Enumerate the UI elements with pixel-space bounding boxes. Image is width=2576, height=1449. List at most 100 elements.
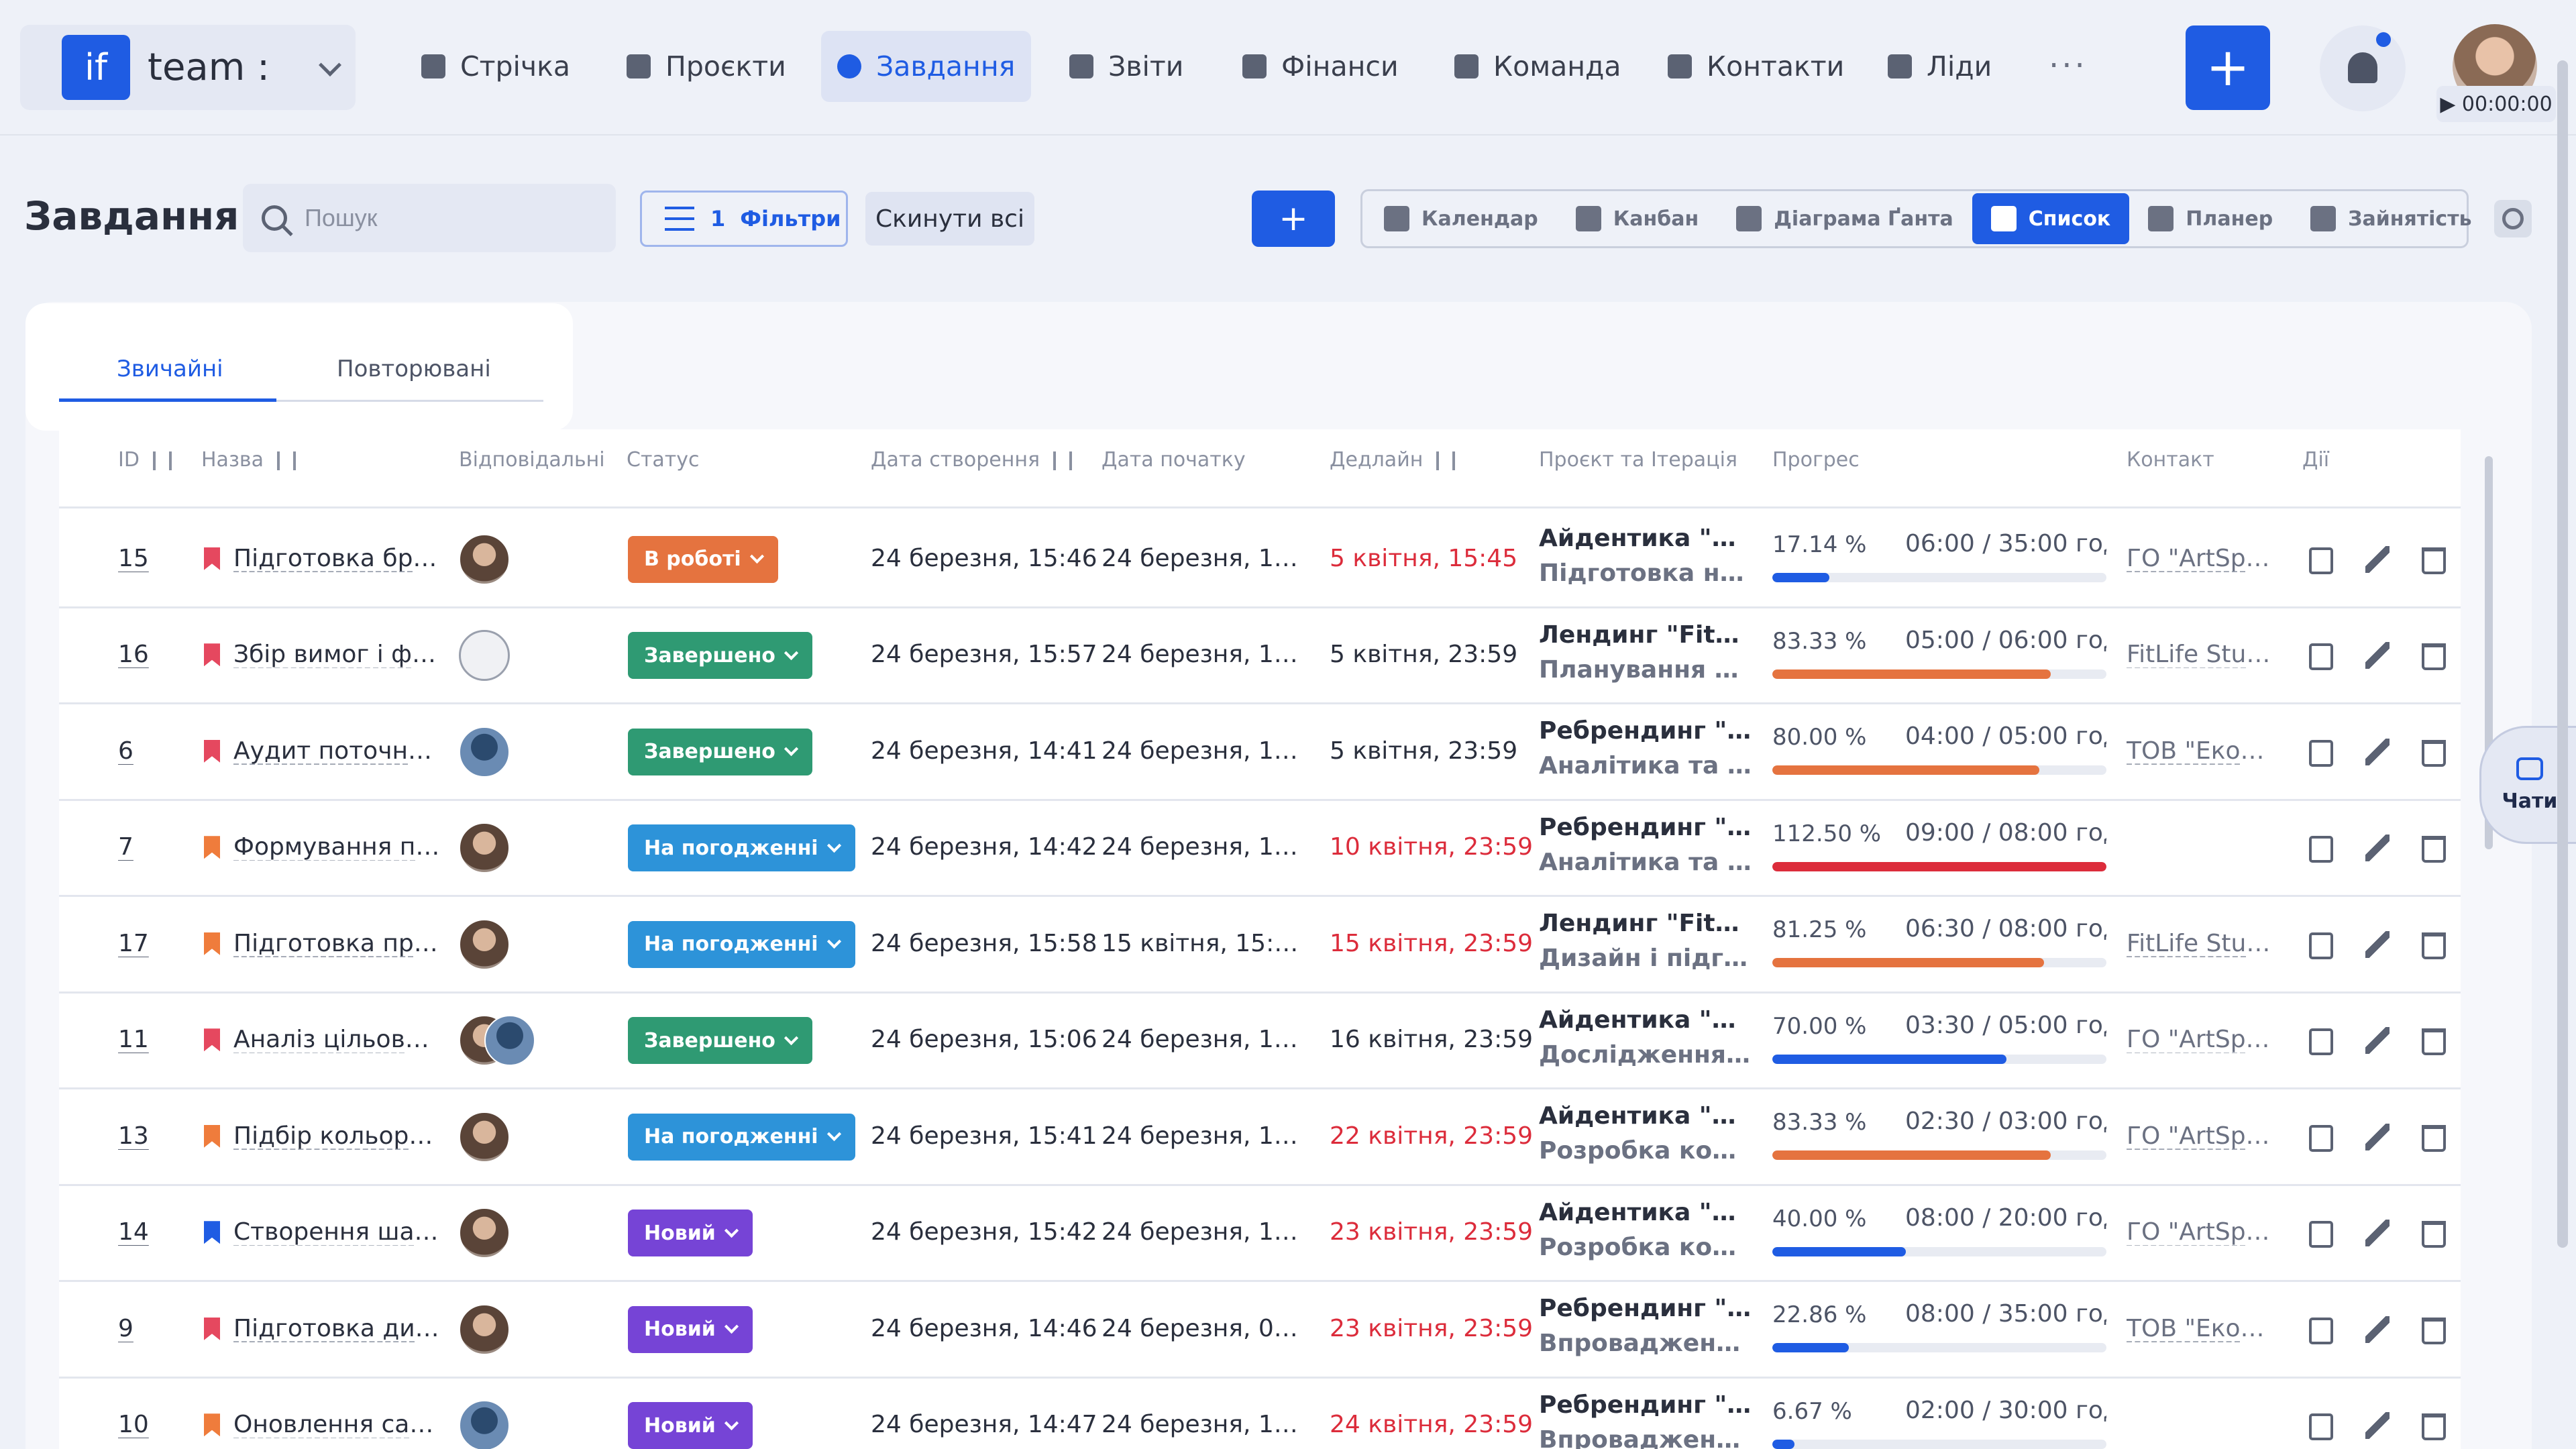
project-name[interactable]: Айдентика "ArtS… [1539,1006,1752,1034]
project-name[interactable]: Лендинг "FitLife" [1539,910,1752,937]
contact-link[interactable]: ГО "ArtSpac… [2127,1026,2278,1053]
task-name[interactable]: Аудит поточного… [233,737,443,765]
trash-icon[interactable] [2422,836,2446,863]
assignee-avatar[interactable] [459,822,510,874]
task-id[interactable]: 10 [118,1411,149,1438]
pencil-icon[interactable] [2365,1316,2390,1343]
trash-icon[interactable] [2422,1317,2446,1344]
iteration-name[interactable]: Впровадження т… [1539,1426,1752,1449]
pencil-icon[interactable] [2365,1412,2390,1440]
task-name[interactable]: Підготовка прот… [233,930,443,957]
filters-button[interactable]: 1 Фільтри [640,191,848,247]
task-name[interactable]: Створення шабл… [233,1218,443,1246]
task-name[interactable]: Підготовка брен… [233,545,443,572]
nav-item-3[interactable]: Звіти [1053,31,1199,102]
copy-icon[interactable] [2309,932,2333,959]
assignee-avatar[interactable] [459,1400,510,1449]
sort-icon[interactable] [152,451,172,470]
task-id[interactable]: 9 [118,1315,133,1342]
task-id[interactable]: 15 [118,545,149,572]
project-name[interactable]: Ребрендинг "Еко… [1539,814,1752,841]
iteration-name[interactable]: Аналітика та бре… [1539,849,1752,876]
status-dropdown[interactable]: На погодженні [628,920,855,968]
sort-icon[interactable] [1053,451,1072,470]
project-name[interactable]: Айдентика "ArtS… [1539,525,1752,552]
trash-icon[interactable] [2422,1413,2446,1441]
tab-regular[interactable]: Звичайні [117,356,223,382]
nav-item-0[interactable]: Стрічка [405,31,586,102]
iteration-name[interactable]: Аналітика та бре… [1539,752,1752,780]
time-tracker[interactable]: ▶ 00:00:00 [2436,86,2556,122]
assignee-avatar[interactable] [459,1111,510,1163]
contact-link[interactable]: ГО "ArtSpac… [2127,545,2278,572]
iteration-name[interactable]: Підготовка носії… [1539,559,1752,587]
task-id[interactable]: 7 [118,833,133,861]
copy-icon[interactable] [2309,836,2333,863]
nav-item-7[interactable]: Ліди [1872,31,2008,102]
contact-link[interactable]: ТОВ "ЕкоФу… [2127,1315,2278,1342]
copy-icon[interactable] [2309,547,2333,574]
trash-icon[interactable] [2422,643,2446,671]
iteration-name[interactable]: Впровадження т… [1539,1330,1752,1357]
contact-link[interactable]: ГО "ArtSpac… [2127,1122,2278,1150]
copy-icon[interactable] [2309,1124,2333,1152]
view-2[interactable]: Діаграма Ґанта [1717,193,1972,244]
contact-link[interactable]: ГО "ArtSpac… [2127,1218,2278,1246]
page-scrollbar[interactable] [2557,60,2568,1248]
project-name[interactable]: Лендинг "FitLife" [1539,621,1752,649]
status-dropdown[interactable]: Новий [628,1305,753,1353]
contact-link[interactable]: FitLife Studio [2127,930,2278,957]
nav-item-4[interactable]: Фінанси [1226,31,1415,102]
status-dropdown[interactable]: Новий [628,1210,753,1257]
trash-icon[interactable] [2422,1124,2446,1152]
task-id[interactable]: 13 [118,1122,149,1150]
tab-recurring[interactable]: Повторювані [337,356,491,382]
sort-icon[interactable] [276,451,296,470]
assignee-avatar[interactable] [459,1208,510,1259]
pencil-icon[interactable] [2365,1123,2390,1150]
search-input[interactable] [305,204,573,232]
project-name[interactable]: Айдентика "ArtS… [1539,1102,1752,1130]
trash-icon[interactable] [2422,932,2446,959]
task-name[interactable]: Оновлення сайт… [233,1411,443,1438]
task-id[interactable]: 6 [118,737,133,765]
iteration-name[interactable]: Дизайн і підгото… [1539,945,1752,972]
status-dropdown[interactable]: Завершено [628,1017,812,1065]
task-name[interactable]: Підготовка диза… [233,1315,443,1342]
task-id[interactable]: 17 [118,930,149,957]
copy-icon[interactable] [2309,739,2333,767]
search-box[interactable] [243,184,616,252]
notifications-button[interactable] [2320,25,2406,111]
copy-icon[interactable] [2309,643,2333,671]
iteration-name[interactable]: Планування та с… [1539,656,1752,684]
reset-filters-button[interactable]: Скинути всі [865,192,1034,246]
contact-link[interactable]: ТОВ "ЕкоФу… [2127,737,2278,765]
trash-icon[interactable] [2422,547,2446,574]
column-created[interactable]: Дата створення [871,448,1072,472]
trash-icon[interactable] [2422,1221,2446,1248]
trash-icon[interactable] [2422,739,2446,767]
task-name[interactable]: Збір вимог і фор… [233,641,443,668]
status-dropdown[interactable]: На погодженні [628,824,855,872]
copy-icon[interactable] [2309,1221,2333,1248]
view-0[interactable]: Календар [1365,193,1557,244]
pencil-icon[interactable] [2365,835,2390,862]
assignee-avatar[interactable] [459,918,510,970]
task-name[interactable]: Формування поз… [233,833,443,861]
pencil-icon[interactable] [2365,642,2390,669]
project-name[interactable]: Айдентика "ArtS… [1539,1199,1752,1226]
assignee-avatar[interactable] [459,726,510,777]
pencil-icon[interactable] [2365,1027,2390,1055]
column-name[interactable]: Назва [201,448,296,472]
task-name[interactable]: Підбір кольоров… [233,1122,443,1150]
copy-icon[interactable] [2309,1413,2333,1441]
status-dropdown[interactable]: В роботі [628,535,778,583]
workspace-switcher[interactable]: if team : [20,25,356,110]
view-1[interactable]: Канбан [1557,193,1717,244]
nav-item-5[interactable]: Команда [1438,31,1638,102]
pencil-icon[interactable] [2365,1220,2390,1247]
contact-link[interactable]: FitLife Studio [2127,641,2278,668]
iteration-name[interactable]: Розробка конце… [1539,1137,1752,1165]
assignee-avatar[interactable] [459,533,510,585]
assignee-avatar[interactable] [484,1015,535,1067]
